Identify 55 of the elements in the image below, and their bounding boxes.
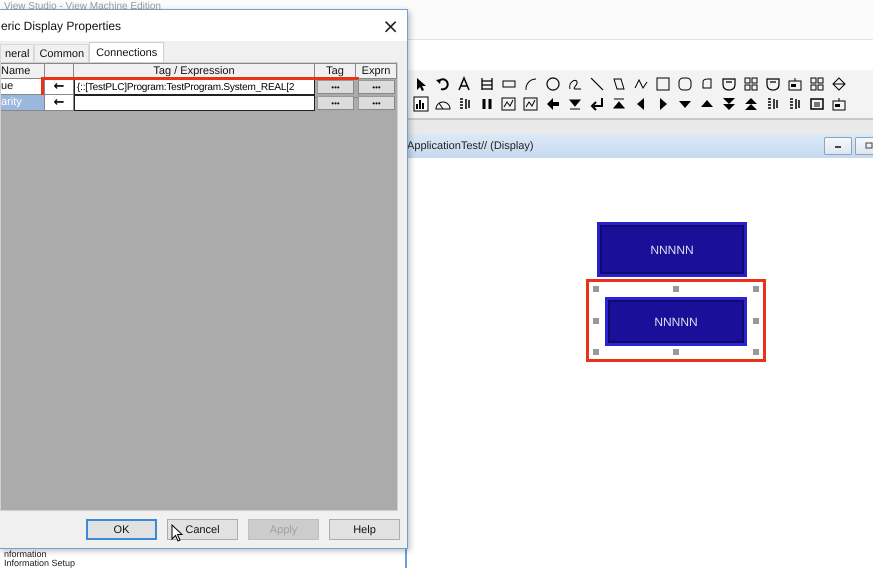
card-icon[interactable] bbox=[831, 96, 847, 112]
table-cell[interactable]: ue bbox=[1, 79, 45, 95]
panel-item[interactable]: nformation bbox=[4, 550, 405, 559]
tab[interactable]: Connections bbox=[89, 42, 164, 62]
dialog-button[interactable]: Cancel bbox=[167, 519, 238, 540]
grid-icon[interactable] bbox=[743, 76, 759, 92]
arrow-left-icon[interactable] bbox=[545, 96, 561, 112]
enter-icon[interactable] bbox=[589, 96, 605, 112]
double-arrow-down-icon[interactable] bbox=[721, 96, 737, 112]
app-title: View Studio - View Machine Edition bbox=[4, 2, 161, 12]
selection-handles[interactable] bbox=[596, 289, 756, 352]
ladder-icon[interactable] bbox=[479, 76, 495, 92]
parallelogram-icon[interactable] bbox=[611, 76, 627, 92]
window-icon[interactable] bbox=[809, 96, 825, 112]
tab[interactable]: Common bbox=[34, 44, 90, 62]
undo-icon[interactable] bbox=[435, 76, 451, 92]
dialog-title: eric Display Properties bbox=[1, 18, 122, 32]
minimize-button[interactable] bbox=[824, 137, 852, 155]
expression-button[interactable]: ••• bbox=[358, 80, 395, 94]
numeric-display[interactable]: NNNNN bbox=[605, 297, 747, 346]
tag-expression-field[interactable] bbox=[74, 95, 315, 111]
maximize-icon bbox=[864, 141, 873, 151]
list-icon[interactable] bbox=[787, 96, 803, 112]
panel-item[interactable]: Information Setup bbox=[4, 559, 405, 568]
dialog-button[interactable]: OK bbox=[86, 519, 157, 540]
expression-button[interactable]: ••• bbox=[358, 96, 395, 110]
numeric-display[interactable]: NNNNN bbox=[597, 222, 747, 277]
tag-expression-field[interactable]: {::[TestPLC]Program:TestProgram.System_REAL[2 bbox=[74, 79, 315, 95]
window-title: ApplicationTest// (Display) bbox=[407, 140, 534, 152]
column-header: Exprn bbox=[356, 63, 397, 79]
dialog-button[interactable]: Help bbox=[329, 519, 400, 540]
line-icon[interactable] bbox=[589, 76, 605, 92]
card-icon[interactable] bbox=[787, 76, 803, 92]
arc-icon[interactable] bbox=[523, 76, 539, 92]
shield-icon[interactable] bbox=[765, 76, 781, 92]
arrow-cell[interactable]: ← bbox=[45, 79, 74, 95]
trend-icon[interactable] bbox=[523, 96, 539, 112]
bar-chart-icon[interactable] bbox=[413, 96, 429, 112]
tab[interactable]: neral bbox=[0, 44, 34, 62]
shield-icon[interactable] bbox=[721, 76, 737, 92]
grid-icon[interactable] bbox=[809, 76, 825, 92]
arrow-cell[interactable]: ← bbox=[45, 95, 74, 111]
tag-browse-button[interactable]: ••• bbox=[317, 96, 354, 110]
list-icon[interactable] bbox=[457, 96, 473, 112]
double-arrow-up-icon[interactable] bbox=[743, 96, 759, 112]
column-header: Name bbox=[1, 63, 45, 79]
close-button[interactable]: × bbox=[374, 14, 407, 38]
mouse-cursor-icon bbox=[171, 524, 183, 542]
square-icon[interactable] bbox=[655, 76, 671, 92]
ellipse-icon[interactable] bbox=[545, 76, 561, 92]
tag-browse-button[interactable]: ••• bbox=[317, 80, 354, 94]
trend-icon[interactable] bbox=[501, 96, 517, 112]
list-icon[interactable] bbox=[765, 96, 781, 112]
diamond-icon[interactable] bbox=[831, 76, 847, 92]
rounded-rectangle-icon[interactable] bbox=[677, 76, 693, 92]
